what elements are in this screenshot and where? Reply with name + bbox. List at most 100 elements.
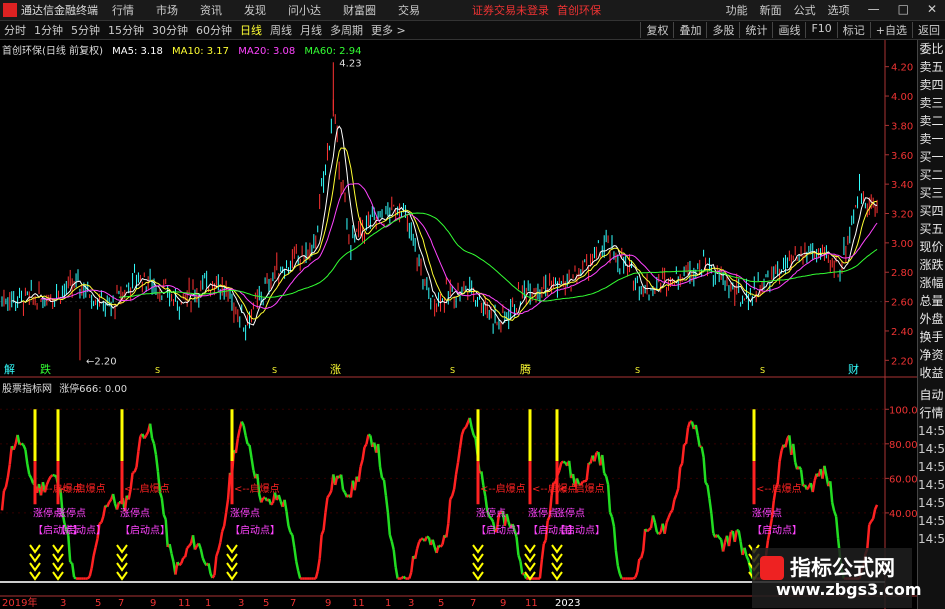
signal-arrow-icon xyxy=(524,553,536,563)
sidebar-item-buy5[interactable]: 买五 xyxy=(918,220,945,238)
oscillator-segment xyxy=(180,557,185,564)
oscillator-segment xyxy=(706,484,711,499)
oscillator-segment xyxy=(53,474,58,479)
oscillator-segment xyxy=(388,534,393,542)
oscillator-segment xyxy=(616,565,622,575)
x-axis-label: 2019年 xyxy=(2,596,37,609)
launch-label: 【启动点】 xyxy=(476,524,526,537)
oscillator-segment xyxy=(784,437,789,448)
x-axis-label: 9 xyxy=(500,598,506,609)
oscillator-segment xyxy=(560,460,564,464)
oscillator-segment xyxy=(805,486,810,491)
signal-arrow-icon xyxy=(551,571,563,581)
price-tick-label: 2.60 xyxy=(891,298,913,309)
oscillator-segment xyxy=(211,574,216,579)
sidebar-item-sell4[interactable]: 卖四 xyxy=(918,76,945,94)
oscillator-segment xyxy=(431,539,436,548)
oscillator-segment xyxy=(186,545,190,549)
tick-time: 14:50 xyxy=(918,478,945,492)
oscillator-segment xyxy=(675,488,680,496)
oscillator-segment xyxy=(394,566,399,579)
sidebar-item-earnings[interactable]: 收益 xyxy=(918,364,945,382)
oscillator-segment xyxy=(219,531,224,543)
limit-up-label: 涨停点 xyxy=(555,506,585,519)
sidebar-item-weibi[interactable]: 委比 xyxy=(918,40,945,58)
oscillator-segment xyxy=(871,508,877,519)
watermark-line1: 指标公式网 xyxy=(790,556,895,580)
oscillator-segment xyxy=(326,494,331,499)
oscillator-segment xyxy=(226,472,232,500)
oscillator-segment xyxy=(721,541,727,552)
signal-arrow-icon xyxy=(226,553,238,563)
signal-arrow-icon xyxy=(472,553,484,563)
oscillator-segment xyxy=(866,524,871,549)
sidebar-item-buy2[interactable]: 买二 xyxy=(918,166,945,184)
oscillator-segment xyxy=(702,457,707,483)
event-mark-small: S xyxy=(155,366,160,375)
oscillator-segment xyxy=(696,435,701,447)
x-axis-label: 3 xyxy=(60,598,66,609)
ind-tick-label: 60.00 xyxy=(889,474,918,485)
sidebar-item-outer[interactable]: 外盘 xyxy=(918,310,945,328)
tick-time: 14:50 xyxy=(918,496,945,510)
oscillator-segment xyxy=(73,576,77,580)
oscillator-segment xyxy=(542,539,547,545)
sidebar-item-price[interactable]: 现价 xyxy=(918,238,945,256)
oscillator-segment xyxy=(463,426,467,431)
sidebar-item-sell1[interactable]: 卖一 xyxy=(918,130,945,148)
ma10-label: MA10: 3.17 xyxy=(172,46,230,57)
x-axis-label: 9 xyxy=(150,598,156,609)
oscillator-segment xyxy=(28,473,33,479)
ind-tick-label: 40.00 xyxy=(889,509,918,520)
sidebar-item-auto[interactable]: 自动 xyxy=(918,386,945,404)
oscillator-segment xyxy=(638,557,642,561)
sidebar-item-sell2[interactable]: 卖二 xyxy=(918,112,945,130)
sidebar-item-turnover[interactable]: 换手 xyxy=(918,328,945,346)
sidebar-item-change[interactable]: 涨跌 xyxy=(918,256,945,274)
oscillator-segment xyxy=(708,498,713,514)
price-tick-label: 3.00 xyxy=(891,239,913,250)
oscillator-segment xyxy=(831,502,836,512)
oscillator-segment xyxy=(363,443,368,448)
oscillator-segment xyxy=(148,423,154,439)
tick-time: 14:50 xyxy=(918,532,945,546)
watermark-logo-icon xyxy=(760,556,784,580)
chart-title: 首创环保(日线 前复权) xyxy=(2,46,103,57)
oscillator-segment xyxy=(367,433,371,437)
sidebar-item-sell3[interactable]: 卖三 xyxy=(918,94,945,112)
oscillator-segment xyxy=(606,484,612,513)
sidebar-item-buy1[interactable]: 买一 xyxy=(918,148,945,166)
oscillator-segment xyxy=(665,517,670,524)
oscillator-segment xyxy=(217,542,222,551)
oscillator-segment xyxy=(470,427,475,436)
oscillator-segment xyxy=(236,428,241,439)
oscillator-segment xyxy=(22,444,27,450)
oscillator-segment xyxy=(207,563,212,574)
high-price-label: 4.23 xyxy=(339,58,361,69)
oscillator-segment xyxy=(170,553,175,563)
oscillator-segment xyxy=(392,549,397,568)
sidebar-item-sell5[interactable]: 卖五 xyxy=(918,58,945,76)
oscillator-segment xyxy=(197,543,202,550)
oscillator-segment xyxy=(324,497,329,513)
sidebar-item-volume[interactable]: 总量 xyxy=(918,292,945,310)
price-tick-label: 3.20 xyxy=(891,210,913,221)
oscillator-segment xyxy=(365,434,370,445)
low-price-label: ←2.20 xyxy=(86,356,117,367)
price-tick-label: 2.20 xyxy=(891,356,913,367)
oscillator-segment xyxy=(102,505,107,517)
sidebar-item-netasset[interactable]: 净资 xyxy=(918,346,945,364)
oscillator-segment xyxy=(98,521,103,525)
sidebar-item-quotes[interactable]: 行情 xyxy=(918,404,945,422)
limit-up-label: 涨停点 xyxy=(476,506,506,519)
oscillator-segment xyxy=(111,493,117,504)
oscillator-segment xyxy=(410,555,415,573)
sidebar-item-buy4[interactable]: 买四 xyxy=(918,202,945,220)
sidebar-item-change-pct[interactable]: 涨幅 xyxy=(918,274,945,292)
signal-arrow-icon xyxy=(116,571,128,581)
oscillator-segment xyxy=(704,481,709,486)
chart-area[interactable]: 4.20 4.00 3.80 3.60 3.40 3.20 3.00 2.80 2.60 2.40… xyxy=(0,0,945,609)
oscillator-segment xyxy=(418,538,423,543)
oscillator-segment xyxy=(671,499,676,511)
sidebar-item-buy3[interactable]: 买三 xyxy=(918,184,945,202)
